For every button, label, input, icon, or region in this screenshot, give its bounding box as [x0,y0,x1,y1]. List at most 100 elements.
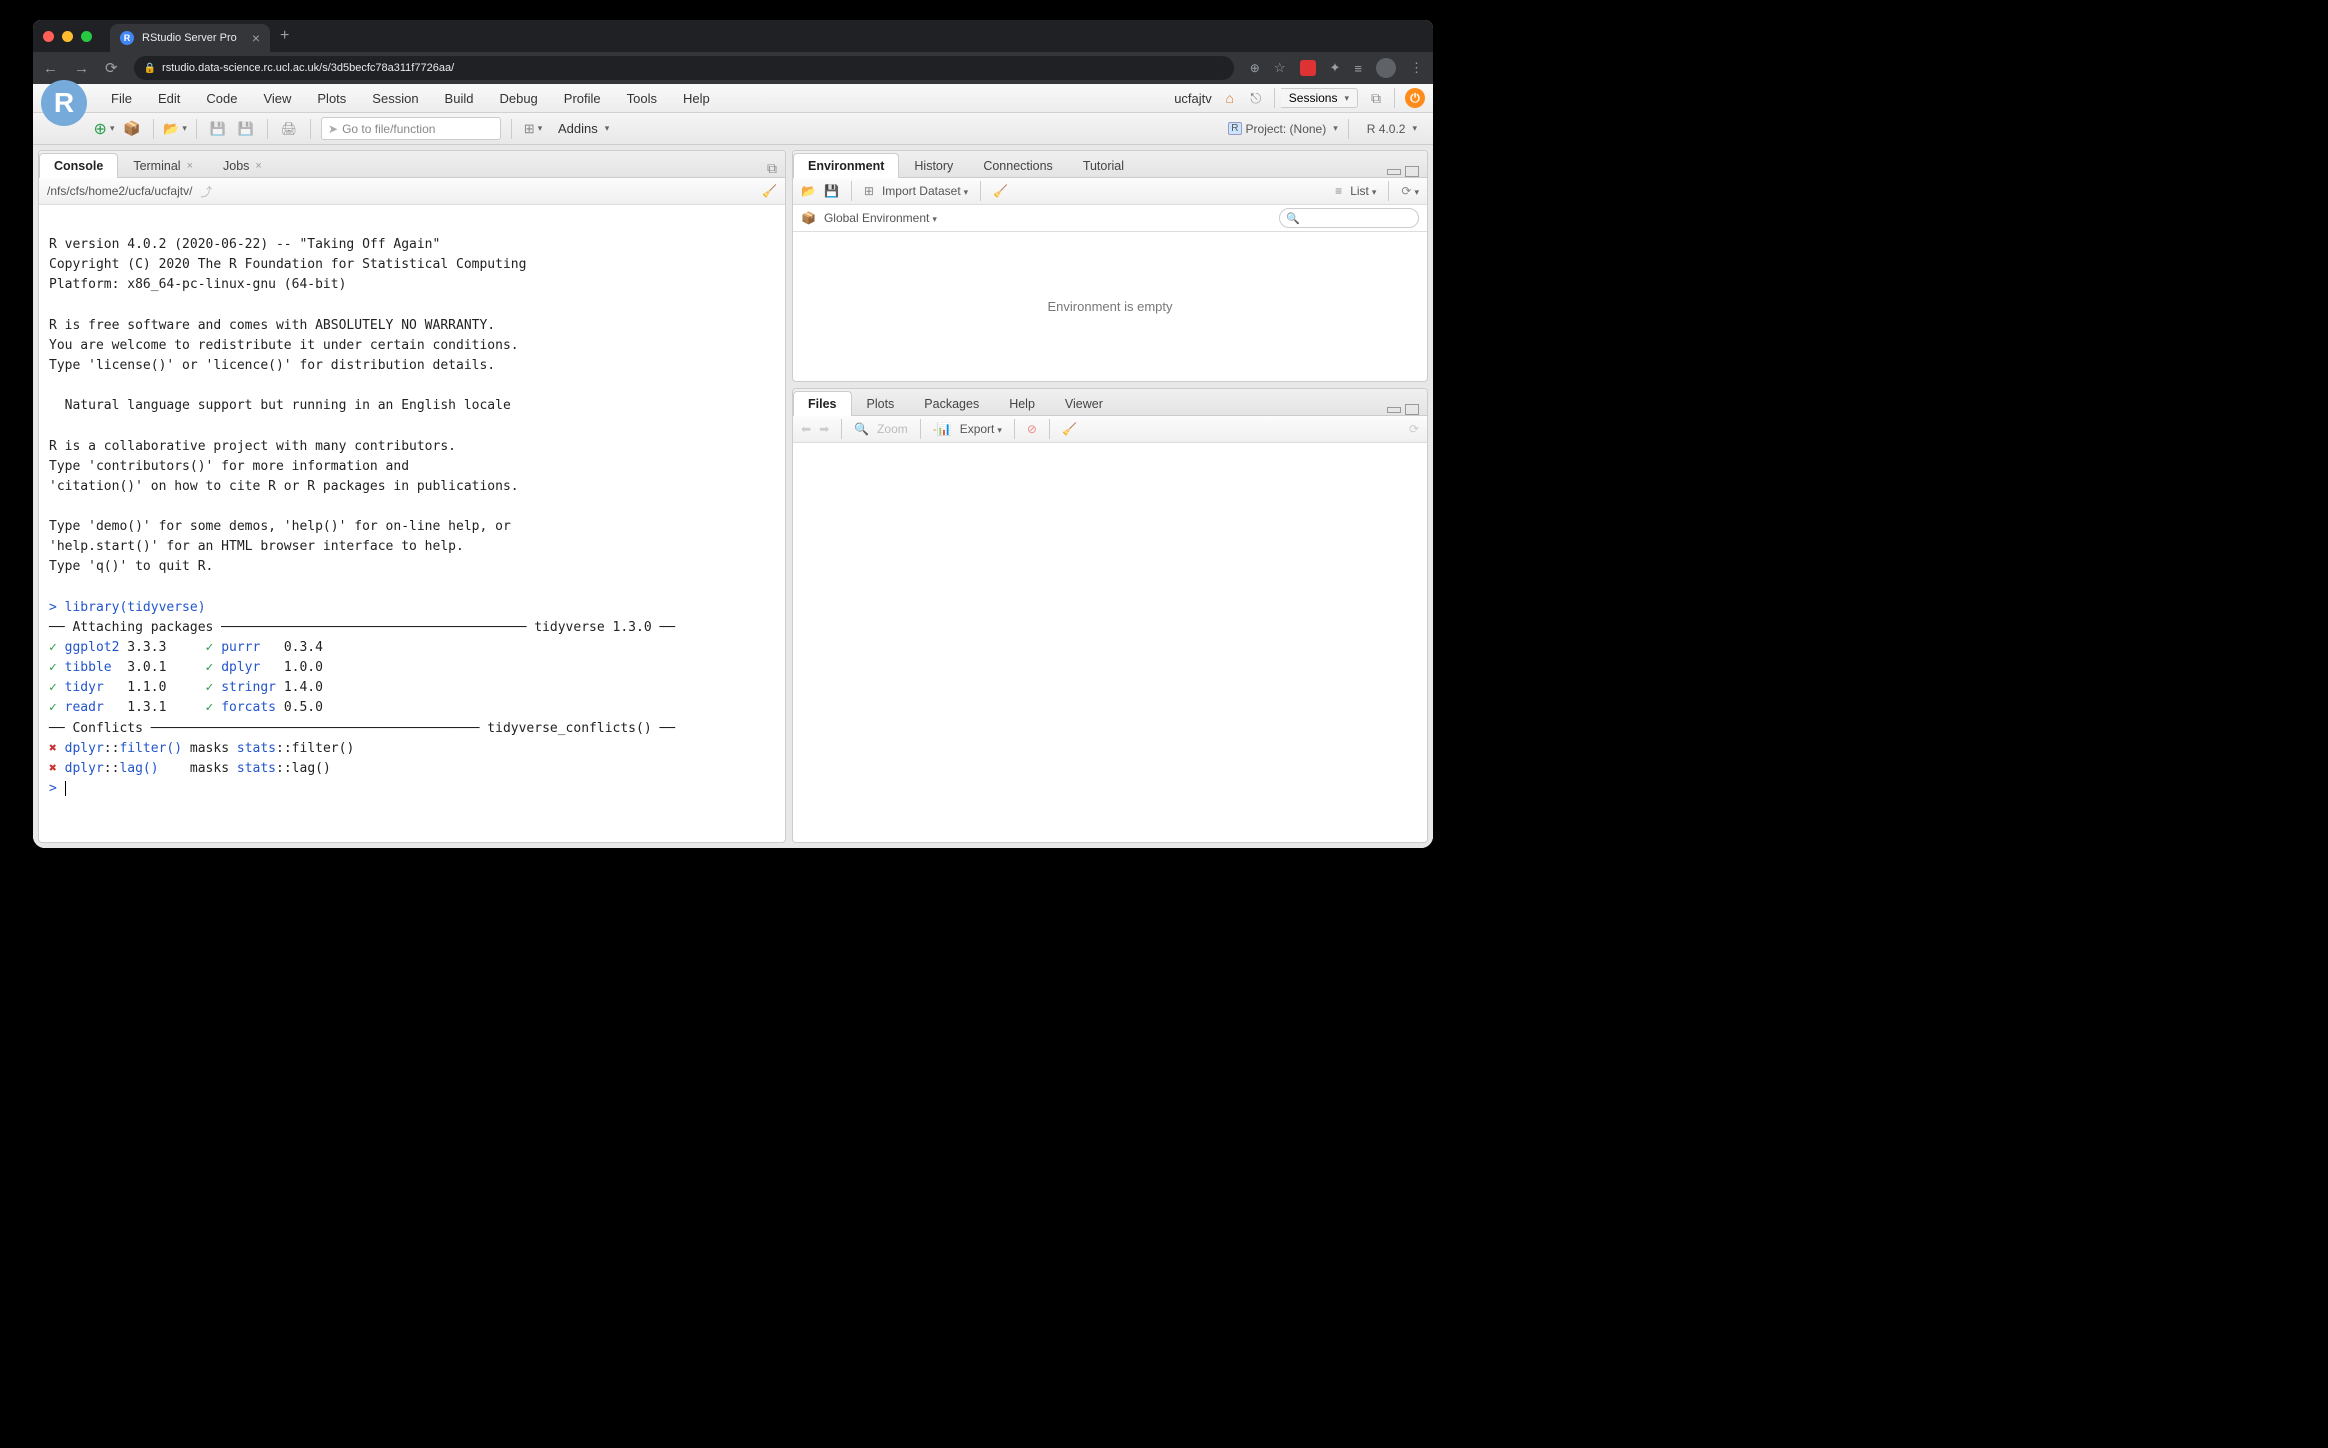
addins-dropdown[interactable]: Addins [550,121,617,136]
next-plot-icon[interactable]: ➡ [819,422,829,436]
minimize-pane-icon[interactable] [1387,407,1401,413]
menu-profile[interactable]: Profile [552,84,613,112]
environment-scope-bar: 📦 Global Environment 🔍 [793,205,1427,232]
tab-jobs[interactable]: Jobs × [208,153,277,178]
menu-plots[interactable]: Plots [305,84,358,112]
maximize-pane-icon[interactable] [1405,166,1419,177]
maximize-pane-icon[interactable] [1405,404,1419,415]
minimize-pane-icon[interactable] [1387,169,1401,175]
tab-history[interactable]: History [899,153,968,178]
prev-plot-icon[interactable]: ⬅ [801,422,811,436]
path-popout-icon[interactable]: ⤴ [200,183,212,200]
tab-environment[interactable]: Environment [793,153,899,178]
menu-code[interactable]: Code [194,84,249,112]
print-button[interactable]: 🖨 [278,118,300,140]
new-project-button[interactable]: 📦 [121,118,143,140]
menu-debug[interactable]: Debug [487,84,549,112]
console-subbar: /nfs/cfs/home2/ucfa/ucfajtv/ ⤴ 🧹 [39,178,785,205]
clear-objects-icon[interactable]: 🧹 [993,184,1008,198]
pane-popout-icon[interactable]: ⧉ [767,160,777,177]
tab-console[interactable]: Console [39,153,118,178]
menu-file[interactable]: File [99,84,144,112]
new-file-button[interactable]: ⊕ [93,118,115,140]
menu-help[interactable]: Help [671,84,722,112]
zoom-icon[interactable]: ⊕ [1250,61,1260,75]
import-dataset-button[interactable]: Import Dataset [882,184,968,198]
separator [511,119,512,139]
menu-edit[interactable]: Edit [146,84,192,112]
refresh-plots-icon[interactable]: ⟳ [1409,422,1419,436]
scope-selector[interactable]: Global Environment [824,211,937,225]
goto-file-input[interactable]: ➤ Go to file/function [321,117,501,140]
close-icon[interactable]: × [255,160,261,172]
clear-all-plots-icon[interactable]: 🧹 [1062,422,1077,436]
load-workspace-icon[interactable]: 📂 [801,184,816,198]
left-pane: Console Terminal × Jobs × ⧉ [33,145,789,848]
refresh-button[interactable]: ⟳ [1401,184,1419,198]
maximize-window-button[interactable] [81,31,92,42]
tab-connections[interactable]: Connections [968,153,1068,178]
list-view-icon: ≡ [1335,184,1342,198]
separator [851,181,852,201]
tab-files[interactable]: Files [793,391,852,416]
environment-search[interactable]: 🔍 [1279,208,1419,228]
signout-icon[interactable]: ⎋ [1248,90,1264,106]
browser-nav-bar: ← → ⟳ 🔒 rstudio.data-science.rc.ucl.ac.u… [33,52,1433,84]
clear-console-icon[interactable]: 🧹 [762,184,777,198]
environment-toolbar: 📂 💾 ⊞ Import Dataset 🧹 ≡ List ⟳ [793,178,1427,205]
pane-container: Console Terminal × Jobs × ⧉ [33,145,1433,848]
back-button[interactable]: ← [43,60,58,77]
main-toolbar: ⊕ 📦 📂 💾 💾 🖨 ➤ Go to file/function ⊞ Addi… [33,113,1433,145]
list-view-dropdown[interactable]: List [1350,184,1376,198]
close-tab-button[interactable]: × [252,30,260,46]
tab-packages[interactable]: Packages [909,391,994,416]
close-icon[interactable]: × [187,160,193,172]
menu-build[interactable]: Build [433,84,486,112]
reading-list-icon[interactable]: ≡ [1354,61,1362,76]
r-version-selector[interactable]: R 4.0.2 [1359,122,1425,136]
sessions-dropdown[interactable]: Sessions [1281,88,1358,108]
browser-actions: ⊕ ☆ ✦ ≡ ⋮ [1250,58,1423,78]
console-output[interactable]: R version 4.0.2 (2020-06-22) -- "Taking … [39,205,785,842]
separator [920,419,921,439]
project-selector[interactable]: R Project: (None) [1228,122,1337,136]
console-panel-tabs: Console Terminal × Jobs × ⧉ [39,151,785,178]
tab-terminal[interactable]: Terminal × [118,153,208,178]
home-icon[interactable]: ⌂ [1222,90,1238,106]
new-session-icon[interactable]: ⧉ [1368,90,1384,106]
export-dropdown[interactable]: Export [960,422,1002,436]
browser-tab[interactable]: R RStudio Server Pro × [110,24,270,52]
minimize-window-button[interactable] [62,31,73,42]
forward-button[interactable]: → [74,60,89,77]
scope-icon: 📦 [801,211,816,225]
tab-help[interactable]: Help [994,391,1050,416]
quit-session-button[interactable]: ⏻ [1405,88,1425,108]
import-dataset-icon: ⊞ [864,184,874,198]
more-menu-icon[interactable]: ⋮ [1410,60,1423,76]
separator [1014,419,1015,439]
open-file-button[interactable]: 📂 [164,118,186,140]
bookmark-icon[interactable]: ☆ [1274,60,1286,76]
new-tab-button[interactable]: + [280,27,289,45]
close-window-button[interactable] [43,31,54,42]
save-workspace-icon[interactable]: 💾 [824,184,839,198]
zoom-label[interactable]: Zoom [877,422,908,436]
profile-avatar[interactable] [1376,58,1396,78]
environment-panel: Environment History Connections Tutorial… [792,150,1428,382]
tab-viewer[interactable]: Viewer [1050,391,1118,416]
pane-layout-button[interactable]: ⊞ [522,118,544,140]
menu-view[interactable]: View [251,84,303,112]
remove-plot-icon[interactable]: ⊘ [1027,422,1037,436]
extension-icon[interactable] [1300,60,1316,76]
menu-session[interactable]: Session [360,84,430,112]
menubar: R File Edit Code View Plots Session Buil… [33,84,1433,113]
extensions-icon[interactable]: ✦ [1330,60,1341,76]
zoom-icon[interactable]: 🔍 [854,422,869,436]
address-bar[interactable]: 🔒 rstudio.data-science.rc.ucl.ac.uk/s/3d… [134,56,1234,80]
tab-plots[interactable]: Plots [852,391,910,416]
tab-tutorial[interactable]: Tutorial [1068,153,1139,178]
menu-tools[interactable]: Tools [615,84,669,112]
save-button[interactable]: 💾 [207,118,229,140]
save-all-button[interactable]: 💾 [235,118,257,140]
reload-button[interactable]: ⟳ [105,59,118,77]
